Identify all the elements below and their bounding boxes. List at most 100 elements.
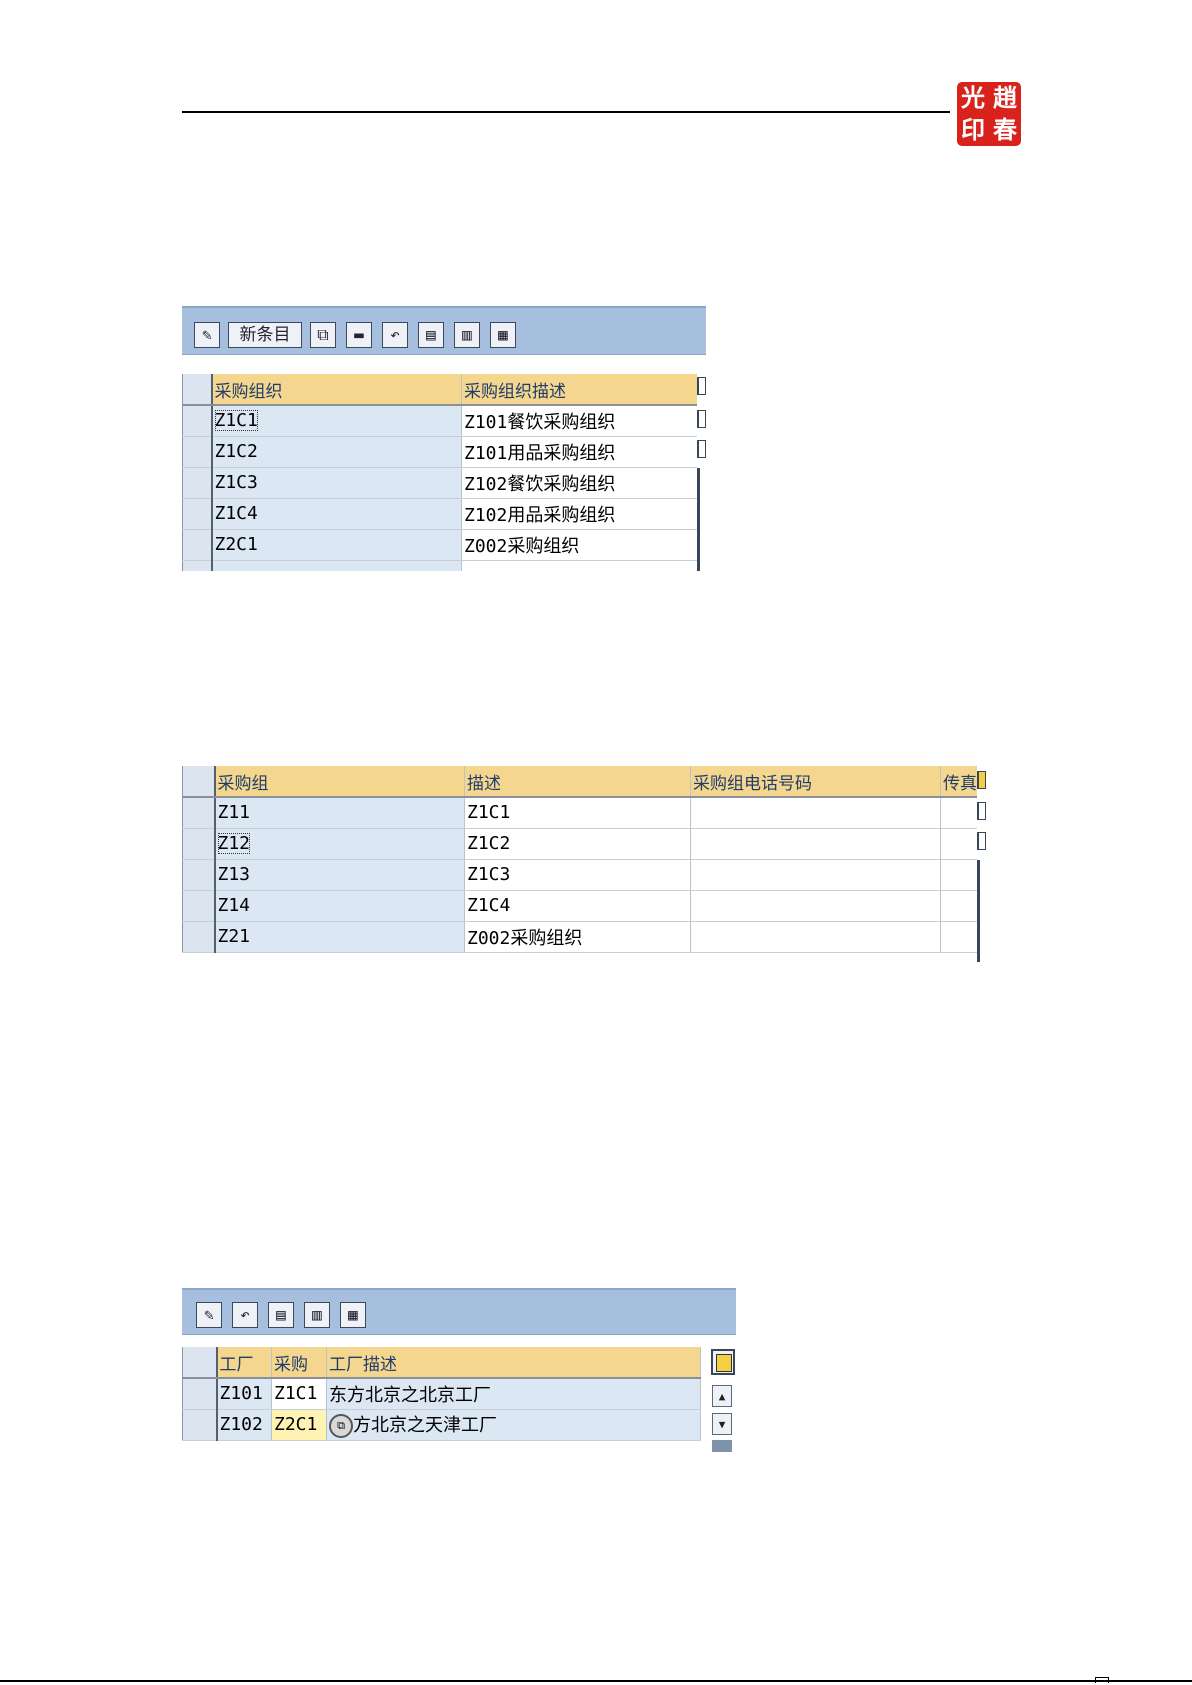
row-selector[interactable] — [182, 890, 216, 922]
scroll-down-icon[interactable]: ▼ — [712, 1413, 732, 1435]
column-config-icon[interactable] — [711, 1349, 735, 1375]
deselect-icon[interactable]: ▦ — [340, 1302, 366, 1328]
row-selector[interactable] — [182, 921, 216, 953]
plant-desc-cell[interactable]: ⧉ 方北京之天津工厂 — [326, 1409, 701, 1441]
pencil-glasses-icon[interactable]: ✎ — [194, 322, 220, 348]
table-row[interactable] — [182, 560, 698, 571]
column-header[interactable]: 采购组织描述 — [461, 374, 698, 406]
column-header[interactable]: 采购组电话号码 — [690, 766, 941, 798]
select-block-icon[interactable]: ▥ — [454, 322, 480, 348]
plant-code-cell[interactable]: Z101 — [216, 1378, 272, 1410]
row-selector[interactable] — [182, 498, 213, 530]
row-selector[interactable] — [182, 560, 213, 571]
group-desc-cell[interactable]: Z1C2 — [464, 828, 691, 860]
scroll-up-icon[interactable] — [697, 410, 706, 428]
row-selector[interactable] — [182, 436, 213, 468]
purchasing-org-input[interactable]: Z2C1 — [271, 1409, 327, 1441]
table-row[interactable]: Z1C2 Z101用品采购组织 — [182, 436, 698, 468]
org-code-cell[interactable]: Z1C4 — [211, 498, 462, 530]
org-desc-cell[interactable]: Z101用品采购组织 — [461, 436, 698, 468]
group-desc-cell[interactable]: Z1C1 — [464, 797, 691, 829]
phone-cell[interactable] — [690, 890, 941, 922]
row-selector-header[interactable] — [182, 374, 213, 406]
column-header[interactable]: 描述 — [464, 766, 691, 798]
group-desc-cell[interactable]: Z1C4 — [464, 890, 691, 922]
copy-icon[interactable]: ⧉ — [310, 322, 336, 348]
fax-cell[interactable] — [940, 828, 980, 860]
select-all-icon[interactable]: ▤ — [268, 1302, 294, 1328]
phone-cell[interactable] — [690, 859, 941, 891]
org-desc-cell[interactable]: Z101餐饮采购组织 — [461, 405, 698, 437]
scroll-track[interactable] — [697, 468, 700, 571]
scroll-up-icon[interactable]: ▲ — [712, 1385, 732, 1407]
phone-cell[interactable] — [690, 828, 941, 860]
pencil-glasses-icon[interactable]: ✎ — [196, 1302, 222, 1328]
column-config-icon[interactable] — [977, 771, 986, 789]
scrollbar[interactable] — [697, 374, 706, 571]
org-desc-cell[interactable]: Z002采购组织 — [461, 529, 698, 561]
table-row[interactable]: Z12 Z1C2 — [182, 828, 980, 860]
phone-cell[interactable] — [690, 921, 941, 953]
search-help-icon[interactable]: ⧉ — [329, 1414, 353, 1438]
org-code-cell[interactable] — [211, 560, 462, 571]
select-all-icon[interactable]: ▤ — [418, 322, 444, 348]
deselect-icon[interactable]: ▦ — [490, 322, 516, 348]
row-selector[interactable] — [182, 405, 213, 437]
plant-code-cell[interactable]: Z102 — [216, 1409, 272, 1441]
group-code-cell[interactable]: Z14 — [214, 890, 465, 922]
column-header[interactable]: 采购组织 — [211, 374, 462, 406]
org-desc-cell[interactable]: Z102餐饮采购组织 — [461, 467, 698, 499]
org-code-cell[interactable]: Z2C1 — [211, 529, 462, 561]
scroll-up-icon[interactable] — [977, 802, 986, 820]
fax-cell[interactable] — [940, 921, 980, 953]
purchasing-org-input[interactable]: Z1C1 — [271, 1378, 327, 1410]
row-selector-header[interactable] — [182, 1347, 218, 1379]
table-row[interactable]: Z1C3 Z102餐饮采购组织 — [182, 467, 698, 499]
org-code-cell[interactable]: Z1C2 — [211, 436, 462, 468]
org-desc-cell[interactable] — [461, 560, 698, 571]
delete-icon[interactable]: ▬ — [346, 322, 372, 348]
table-row[interactable]: Z2C1 Z002采购组织 — [182, 529, 698, 561]
phone-cell[interactable] — [690, 797, 941, 829]
fax-cell[interactable] — [940, 890, 980, 922]
row-selector-header[interactable] — [182, 766, 216, 798]
fax-cell[interactable] — [940, 797, 980, 829]
row-selector[interactable] — [182, 1378, 218, 1410]
row-selector[interactable] — [182, 529, 213, 561]
group-desc-cell[interactable]: Z002采购组织 — [464, 921, 691, 953]
scroll-down-icon[interactable] — [697, 440, 706, 458]
plant-desc-cell[interactable]: 东方北京之北京工厂 — [326, 1378, 701, 1410]
row-selector[interactable] — [182, 1409, 218, 1441]
group-code-cell[interactable]: Z21 — [214, 921, 465, 953]
column-header[interactable]: 采购 — [271, 1347, 327, 1379]
table-row[interactable]: Z102 Z2C1 ⧉ 方北京之天津工厂 — [182, 1409, 701, 1441]
table-row[interactable]: Z101 Z1C1 东方北京之北京工厂 — [182, 1378, 701, 1410]
row-selector[interactable] — [182, 828, 216, 860]
table-row[interactable]: Z14 Z1C4 — [182, 890, 980, 922]
table-row[interactable]: Z1C1 Z101餐饮采购组织 — [182, 405, 698, 437]
scroll-thumb[interactable] — [712, 1440, 732, 1452]
select-block-icon[interactable]: ▥ — [304, 1302, 330, 1328]
row-selector[interactable] — [182, 797, 216, 829]
group-desc-cell[interactable]: Z1C3 — [464, 859, 691, 891]
row-selector[interactable] — [182, 467, 213, 499]
table-row[interactable]: Z1C4 Z102用品采购组织 — [182, 498, 698, 530]
org-code-cell[interactable]: Z1C1 — [211, 405, 462, 437]
column-config-icon[interactable] — [697, 377, 706, 395]
fax-cell[interactable] — [940, 859, 980, 891]
column-header[interactable]: 工厂描述 — [326, 1347, 701, 1379]
row-selector[interactable] — [182, 859, 216, 891]
undo-icon[interactable]: ↶ — [232, 1302, 258, 1328]
group-code-cell[interactable]: Z13 — [214, 859, 465, 891]
scrollbar[interactable] — [977, 766, 986, 962]
undo-icon[interactable]: ↶ — [382, 322, 408, 348]
group-code-cell[interactable]: Z11 — [214, 797, 465, 829]
column-header[interactable]: 工厂 — [216, 1347, 272, 1379]
table-row[interactable]: Z11 Z1C1 — [182, 797, 980, 829]
group-code-cell[interactable]: Z12 — [214, 828, 465, 860]
table-row[interactable]: Z21 Z002采购组织 — [182, 921, 980, 953]
scroll-track[interactable] — [977, 860, 980, 962]
scroll-down-icon[interactable] — [977, 832, 986, 850]
org-code-cell[interactable]: Z1C3 — [211, 467, 462, 499]
scrollbar[interactable]: ▲ ▼ — [704, 1347, 736, 1452]
